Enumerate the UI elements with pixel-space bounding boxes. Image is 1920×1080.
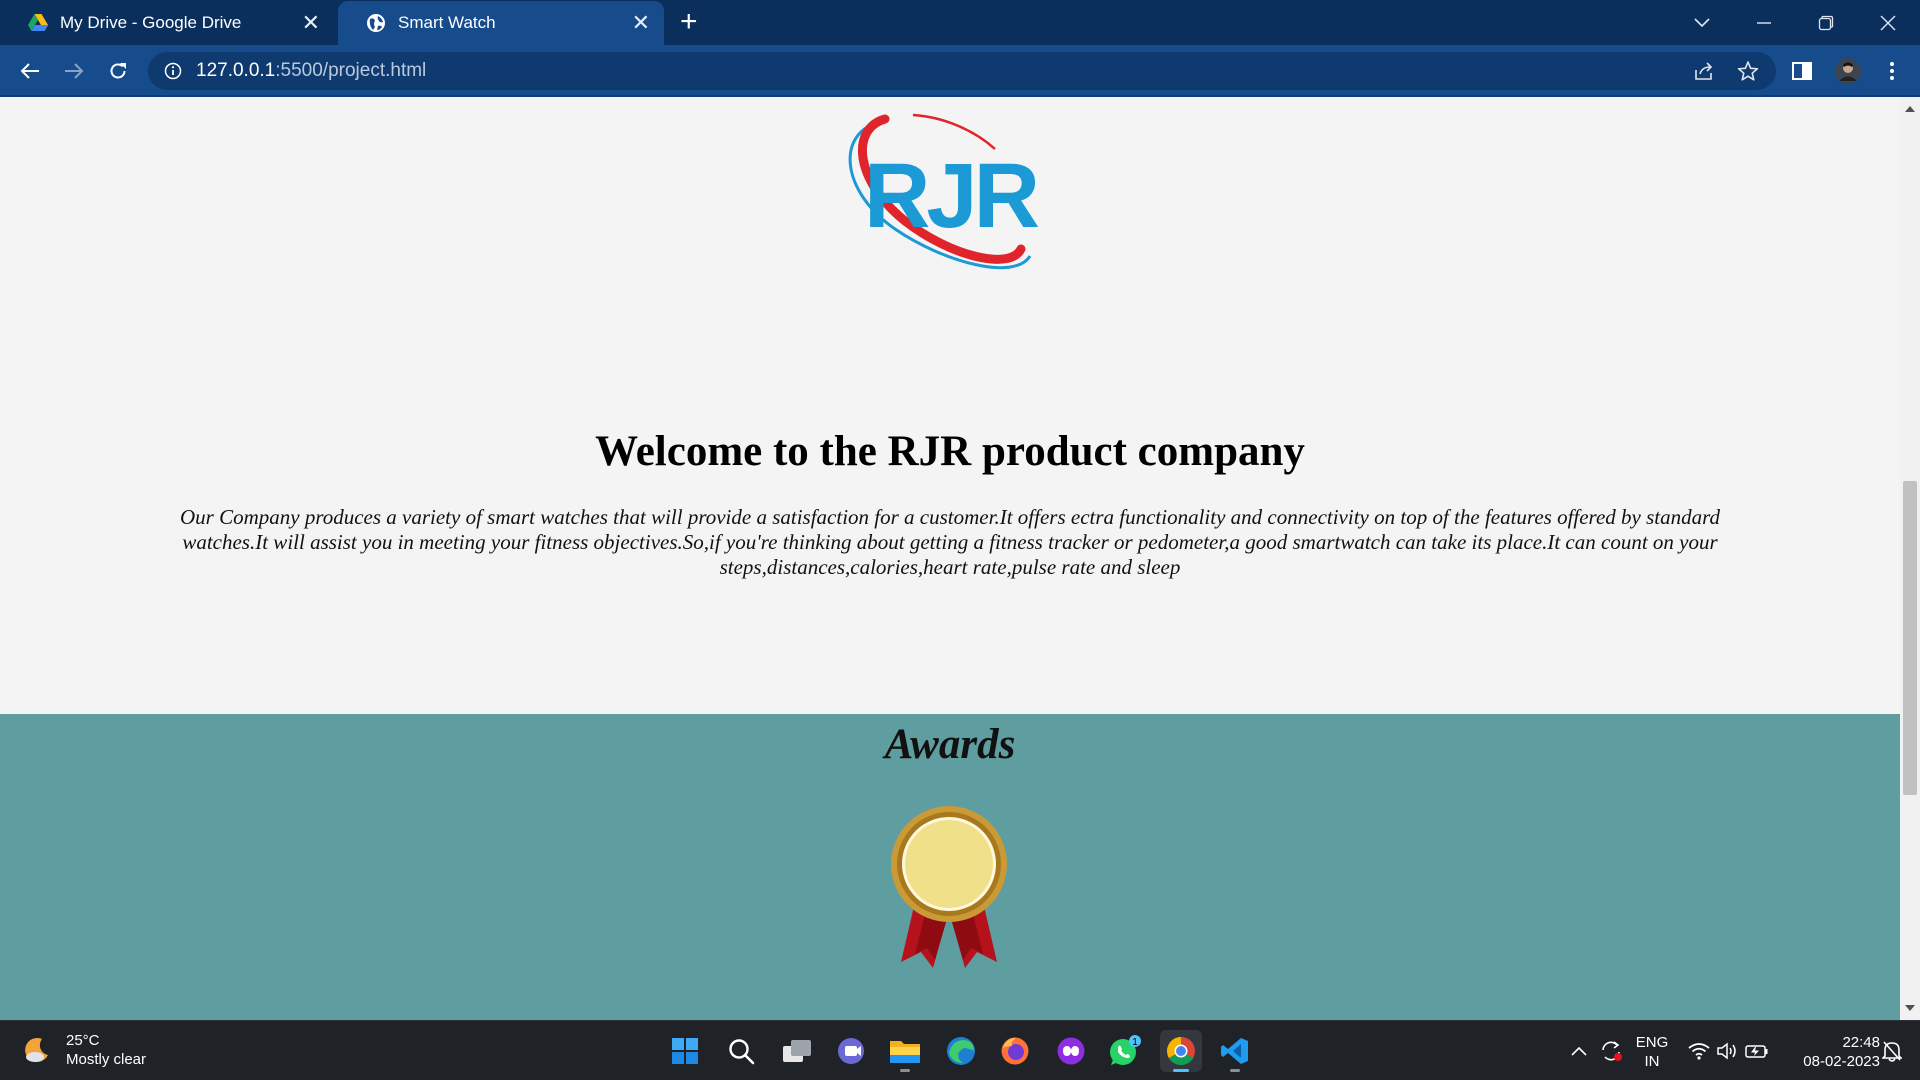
profile-avatar[interactable] — [1832, 55, 1864, 87]
task-view-icon — [783, 1040, 811, 1062]
tab-title: Smart Watch — [398, 13, 496, 32]
restore-icon — [1818, 15, 1834, 30]
awards-heading: Awards — [884, 721, 1016, 768]
wifi-icon — [1688, 1043, 1710, 1060]
restore-button[interactable] — [1796, 0, 1856, 45]
welcome-heading: Welcome to the RJR product company — [595, 428, 1305, 475]
network-button[interactable] — [1684, 1021, 1714, 1080]
speaker-icon — [1717, 1042, 1736, 1060]
whatsapp-icon: 1 — [1110, 1035, 1141, 1065]
running-indicator — [900, 1069, 910, 1072]
show-hidden-icons-button[interactable] — [1566, 1021, 1592, 1080]
region-code: IN — [1644, 1053, 1660, 1070]
windows-taskbar: 25°C Mostly clear 1 ENG IN 22:48 08-02-2… — [0, 1020, 1920, 1080]
scroll-up-icon[interactable] — [1904, 103, 1916, 115]
tab-strip: My Drive - Google Drive ✕ Smart Watch ✕ … — [0, 0, 1920, 45]
globe-icon — [366, 13, 386, 33]
tab-search-button[interactable] — [1672, 0, 1732, 45]
close-tab-icon[interactable]: ✕ — [632, 12, 650, 34]
chat-icon — [838, 1038, 864, 1064]
clock-date: 08-02-2023 — [1803, 1053, 1880, 1070]
bookmark-button[interactable] — [1732, 55, 1764, 87]
running-indicator — [1230, 1069, 1240, 1072]
more-vert-icon — [1890, 62, 1894, 80]
browser-toolbar: 127.0.0.1:5500/project.html — [0, 45, 1920, 97]
notification-badge: 1 — [1132, 1037, 1138, 1048]
chrome-menu-button[interactable] — [1876, 55, 1908, 87]
svg-text:RJR: RJR — [864, 145, 1039, 247]
sync-icon — [1602, 1041, 1622, 1061]
rjr-logo: RJR — [825, 111, 1075, 301]
firefox-icon — [1001, 1037, 1029, 1065]
chrome-button[interactable] — [1160, 1030, 1202, 1072]
chevron-down-icon — [1694, 17, 1710, 27]
page-viewport: RJR Welcome to the RJR product company O… — [0, 97, 1900, 1020]
weather-desc: Mostly clear — [66, 1051, 147, 1068]
tab-smart-watch[interactable]: Smart Watch ✕ — [338, 1, 664, 45]
sync-tray-button[interactable] — [1596, 1021, 1626, 1080]
taskbar-search[interactable] — [720, 1030, 762, 1072]
chevron-up-icon — [1571, 1046, 1587, 1056]
share-button[interactable] — [1688, 55, 1720, 87]
avatar-icon — [1835, 58, 1861, 84]
start-icon — [672, 1038, 698, 1064]
bell-icon — [1882, 1041, 1902, 1062]
firefox-button[interactable] — [994, 1030, 1036, 1072]
side-panel-button[interactable] — [1786, 55, 1818, 87]
side-panel-icon — [1792, 62, 1812, 80]
close-window-button[interactable] — [1858, 0, 1918, 45]
forward-button[interactable] — [58, 55, 90, 87]
game-app-button[interactable] — [1050, 1030, 1092, 1072]
battery-charging-icon — [1745, 1045, 1768, 1058]
share-icon — [1695, 62, 1713, 80]
awards-section: Awards — [0, 714, 1900, 1020]
running-indicator — [1173, 1069, 1189, 1072]
arrow-left-icon — [20, 63, 39, 79]
star-icon — [1737, 61, 1759, 81]
reload-icon — [110, 63, 126, 79]
google-drive-icon — [28, 13, 48, 33]
address-bar[interactable]: 127.0.0.1:5500/project.html — [148, 52, 1776, 90]
site-info-icon[interactable] — [162, 60, 184, 82]
teams-chat-button[interactable] — [830, 1030, 872, 1072]
volume-button[interactable] — [1712, 1021, 1742, 1080]
scrollbar-thumb[interactable] — [1903, 481, 1917, 795]
arrow-right-icon — [65, 63, 84, 79]
tab-title: My Drive - Google Drive — [60, 13, 242, 32]
tab-google-drive[interactable]: My Drive - Google Drive ✕ — [0, 1, 334, 45]
close-icon — [1880, 15, 1896, 30]
start-button[interactable] — [664, 1030, 706, 1072]
system-clock[interactable]: 22:48 08-02-2023 — [1780, 1033, 1880, 1071]
notifications-button[interactable] — [1878, 1021, 1906, 1080]
edge-icon — [947, 1037, 975, 1065]
whatsapp-button[interactable]: 1 — [1104, 1030, 1146, 1072]
vscode-button[interactable] — [1214, 1030, 1256, 1072]
chrome-icon — [1167, 1037, 1195, 1065]
scroll-down-icon[interactable] — [1904, 1002, 1916, 1014]
file-explorer-icon — [890, 1041, 920, 1063]
close-tab-icon[interactable]: ✕ — [302, 12, 320, 34]
minimize-icon — [1757, 21, 1771, 24]
page-scrollbar[interactable] — [1900, 97, 1920, 1020]
award-medal-icon — [887, 802, 1011, 972]
new-tab-button[interactable]: + — [680, 6, 698, 38]
weather-widget[interactable]: 25°C Mostly clear — [22, 1031, 146, 1069]
battery-button[interactable] — [1742, 1021, 1772, 1080]
search-icon — [729, 1039, 755, 1065]
url-text: 127.0.0.1:5500/project.html — [196, 60, 427, 81]
moon-weather-icon — [25, 1037, 48, 1062]
clock-time: 22:48 — [1842, 1034, 1880, 1051]
vscode-icon — [1221, 1038, 1248, 1064]
file-explorer-button[interactable] — [884, 1030, 926, 1072]
input-language-button[interactable]: ENG IN — [1632, 1033, 1672, 1071]
task-view-button[interactable] — [776, 1030, 818, 1072]
minimize-button[interactable] — [1734, 0, 1794, 45]
reload-button[interactable] — [102, 55, 134, 87]
language-code: ENG — [1635, 1034, 1669, 1051]
back-button[interactable] — [14, 55, 46, 87]
edge-button[interactable] — [940, 1030, 982, 1072]
weather-temp: 25°C — [66, 1032, 100, 1049]
game-app-icon — [1057, 1037, 1085, 1065]
intro-paragraph: Our Company produces a variety of smart … — [179, 505, 1720, 579]
